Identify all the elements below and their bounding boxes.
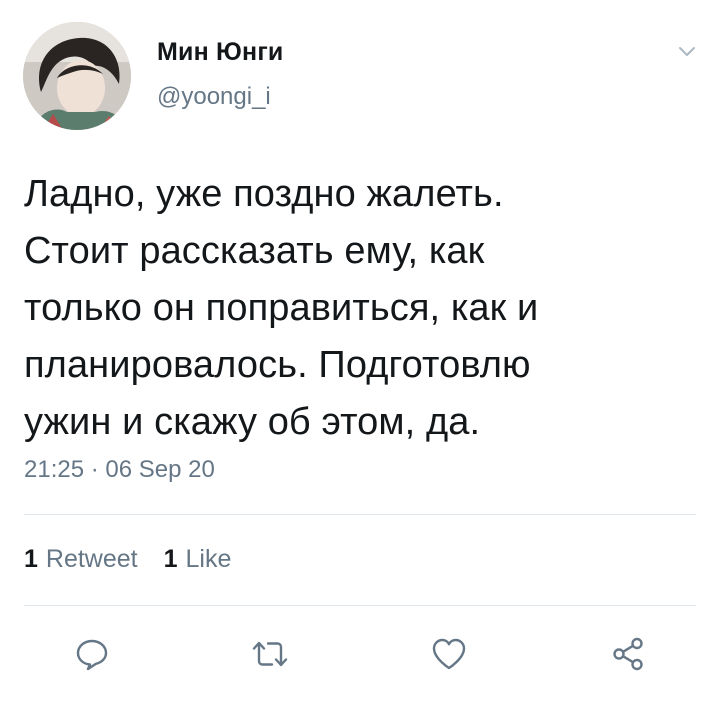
retweet-button[interactable] bbox=[246, 630, 294, 678]
chevron-down-icon[interactable] bbox=[675, 40, 699, 62]
tweet-timestamp[interactable]: 21:25 · 06 Sep 20 bbox=[24, 456, 215, 484]
tweet-text: Ладно, уже поздно жалеть. Стоит рассказа… bbox=[24, 173, 539, 443]
retweet-count-label: Retweet bbox=[45, 545, 138, 573]
retweet-count-number: 1 bbox=[24, 545, 38, 573]
share-button[interactable] bbox=[604, 630, 652, 678]
tweet-stats: 1 Retweet 1 Like bbox=[24, 545, 257, 574]
reply-icon bbox=[76, 639, 108, 671]
divider bbox=[24, 514, 696, 515]
retweet-icon bbox=[252, 641, 288, 667]
share-icon bbox=[613, 637, 643, 671]
like-count-number: 1 bbox=[163, 545, 178, 573]
divider bbox=[24, 605, 696, 606]
tweet-actions bbox=[0, 630, 720, 682]
retweet-count[interactable]: 1 Retweet bbox=[24, 545, 138, 574]
user-handle[interactable]: @yoongi_i bbox=[157, 83, 271, 111]
avatar[interactable] bbox=[23, 22, 131, 130]
like-count[interactable]: 1 Like bbox=[164, 545, 232, 574]
like-count-label: Like bbox=[185, 545, 232, 573]
like-button[interactable] bbox=[425, 630, 473, 678]
reply-button[interactable] bbox=[68, 630, 116, 678]
display-name[interactable]: Мин Юнги bbox=[157, 38, 284, 67]
heart-icon bbox=[432, 638, 466, 670]
